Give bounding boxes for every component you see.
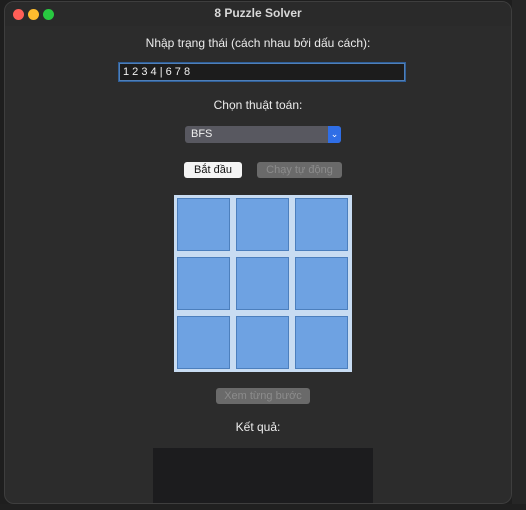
- state-input-label: Nhập trạng thái (cách nhau bởi dấu cách)…: [145, 36, 371, 50]
- result-label: Kết quả:: [235, 420, 281, 434]
- result-output: [153, 448, 373, 503]
- background-window-edge: [512, 0, 526, 510]
- background-window-bottom: [0, 504, 526, 510]
- chevron-down-icon[interactable]: ⌄: [328, 126, 341, 143]
- puzzle-tile[interactable]: [236, 316, 289, 369]
- title-bar[interactable]: 8 Puzzle Solver: [5, 2, 511, 26]
- state-input[interactable]: [119, 63, 405, 81]
- puzzle-tile[interactable]: [236, 198, 289, 251]
- puzzle-tile[interactable]: [177, 198, 230, 251]
- puzzle-tile[interactable]: [295, 257, 348, 310]
- puzzle-solver-window: 8 Puzzle Solver Nhập trạng thái (cách nh…: [4, 1, 512, 504]
- puzzle-tile[interactable]: [236, 257, 289, 310]
- algorithm-select[interactable]: BFS ⌄: [185, 126, 341, 143]
- algorithm-label: Chọn thuật toán:: [213, 98, 303, 112]
- puzzle-tile[interactable]: [295, 198, 348, 251]
- puzzle-board: [174, 195, 352, 372]
- auto-run-button[interactable]: Chạy tự động: [257, 162, 342, 178]
- start-button[interactable]: Bắt đầu: [184, 162, 242, 178]
- puzzle-tile[interactable]: [177, 257, 230, 310]
- puzzle-tile[interactable]: [295, 316, 348, 369]
- puzzle-tile[interactable]: [177, 316, 230, 369]
- step-by-step-button[interactable]: Xem từng bước: [216, 388, 310, 404]
- algorithm-selected-value: BFS: [191, 128, 213, 140]
- window-title: 8 Puzzle Solver: [214, 6, 302, 20]
